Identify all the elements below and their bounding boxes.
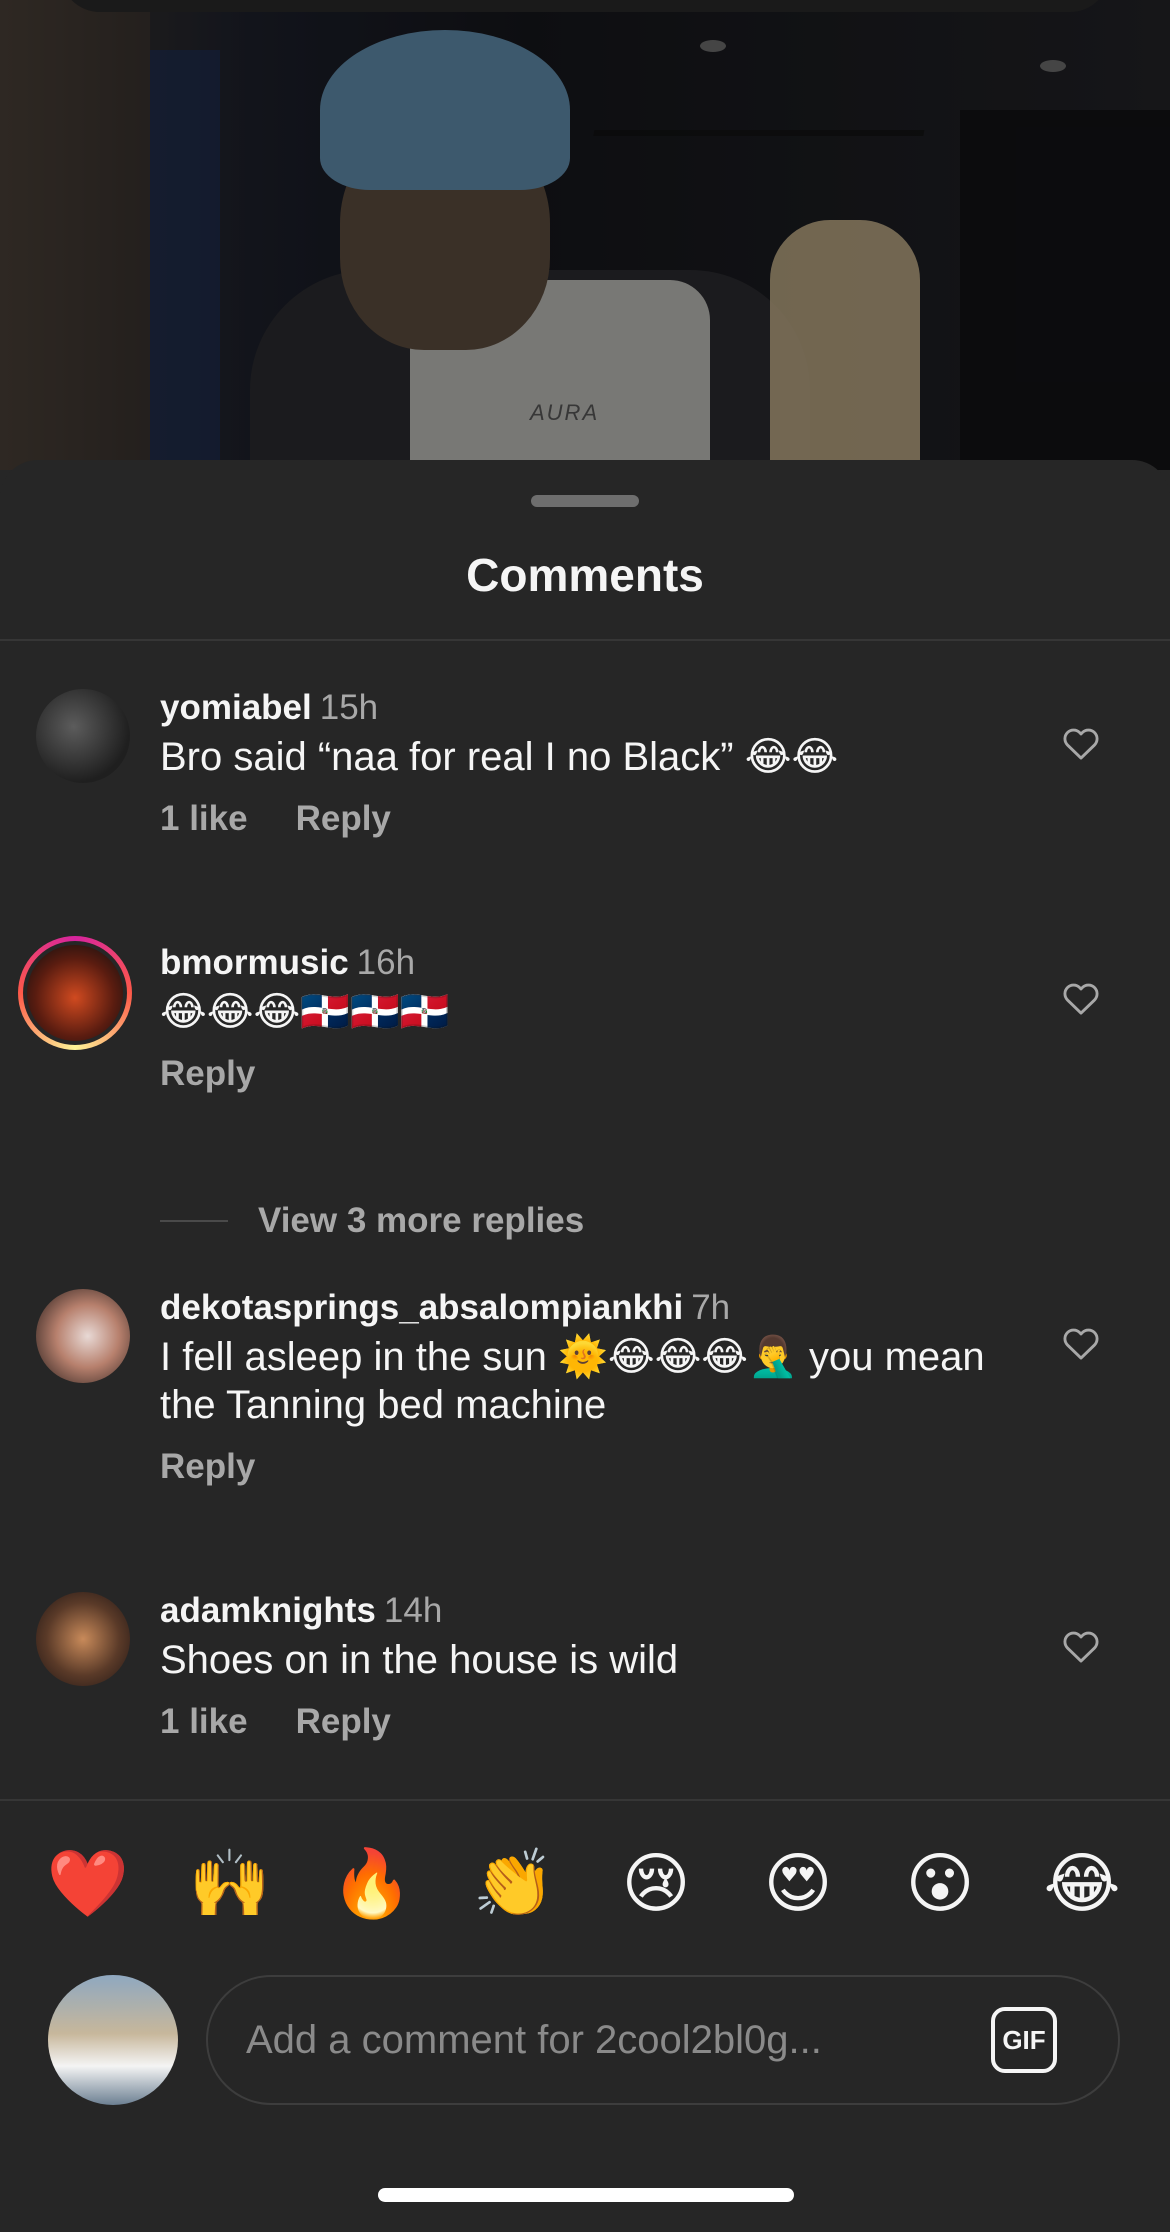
- avatar[interactable]: [36, 689, 130, 783]
- likes-count[interactable]: 1 like: [160, 799, 248, 838]
- likes-count[interactable]: 1 like: [160, 1702, 248, 1741]
- header-divider: [0, 639, 1170, 641]
- comment-time: 15h: [319, 688, 379, 727]
- emoji-cry-button[interactable]: 😢: [611, 1838, 701, 1928]
- comment-input[interactable]: Add a comment for 2cool2bl0g... GIF: [206, 1975, 1120, 2105]
- emoji-fire-button[interactable]: 🔥: [327, 1838, 417, 1928]
- comment-text: I fell asleep in the sun 🌞😂😂😂🤦‍♂️ you me…: [160, 1335, 985, 1427]
- view-more-replies[interactable]: View 3 more replies: [160, 1198, 584, 1244]
- sheet-title: Comments: [466, 549, 704, 601]
- comment-username[interactable]: adamknights: [160, 1591, 376, 1630]
- current-user-avatar: [48, 1975, 178, 2105]
- heart-outline-icon[interactable]: [1062, 1628, 1100, 1664]
- comment-username[interactable]: dekotasprings_absalompiankhi: [160, 1288, 683, 1327]
- emoji-surprised-button[interactable]: 😮: [895, 1838, 985, 1928]
- view-more-replies-label: View 3 more replies: [258, 1201, 585, 1240]
- comment-body: adamknights 14h Shoes on in the house is …: [160, 1588, 1010, 1742]
- emoji-bar-divider: [0, 1799, 1170, 1801]
- reply-button[interactable]: Reply: [160, 1054, 255, 1093]
- comment-input-placeholder: Add a comment for 2cool2bl0g...: [246, 2018, 822, 2062]
- comment-actions: Reply: [160, 1447, 1010, 1487]
- reply-button[interactable]: Reply: [296, 1702, 391, 1741]
- comment-header: adamknights 14h: [160, 1588, 1010, 1634]
- emoji-heart-eyes-button[interactable]: 😍: [753, 1838, 843, 1928]
- video-dim-overlay: [0, 0, 1170, 470]
- comment-body: yomiabel 15h Bro said “naa for real I no …: [160, 685, 1010, 839]
- comment-actions: 1 like Reply: [160, 799, 1010, 839]
- emoji-clap-button[interactable]: 👏: [469, 1838, 559, 1928]
- gif-icon[interactable]: GIF: [991, 2007, 1057, 2073]
- avatar: [23, 941, 127, 1045]
- quick-emoji-bar: ❤️ 🙌 🔥 👏 😢 😍 😮 😂: [0, 1838, 1170, 1928]
- comment-header: dekotasprings_absalompiankhi 7h: [160, 1285, 1010, 1331]
- heart-outline-icon[interactable]: [1062, 1325, 1100, 1361]
- comment-time: 14h: [383, 1591, 443, 1630]
- emoji-laugh-button[interactable]: 😂: [1037, 1838, 1127, 1928]
- comment-text: Bro said “naa for real I no Black” 😂😂: [160, 735, 839, 779]
- comment-time: 7h: [691, 1288, 731, 1327]
- reply-button[interactable]: Reply: [160, 1447, 255, 1486]
- heart-outline-icon[interactable]: [1062, 725, 1100, 761]
- comment-header: bmormusic 16h: [160, 940, 1010, 986]
- video-background[interactable]: AURA: [0, 0, 1170, 470]
- comment-actions: Reply: [160, 1054, 1010, 1094]
- avatar[interactable]: [36, 1592, 130, 1686]
- top-bar: [60, 0, 1110, 12]
- home-indicator[interactable]: [378, 2188, 794, 2202]
- emoji-heart-button[interactable]: ❤️: [43, 1838, 133, 1928]
- heart-outline-icon[interactable]: [1062, 980, 1100, 1016]
- sheet-grabber[interactable]: [531, 495, 639, 507]
- comment-text: Shoes on in the house is wild: [160, 1638, 679, 1682]
- reply-button[interactable]: Reply: [296, 799, 391, 838]
- comment-username[interactable]: bmormusic: [160, 943, 349, 982]
- comment-text: 😂😂😂🇩🇴🇩🇴🇩🇴: [160, 990, 450, 1034]
- avatar-story-ring[interactable]: [18, 936, 132, 1050]
- comment-username[interactable]: yomiabel: [160, 688, 312, 727]
- emoji-raised-hands-button[interactable]: 🙌: [185, 1838, 275, 1928]
- comment-actions: 1 like Reply: [160, 1702, 1010, 1742]
- avatar[interactable]: [36, 1289, 130, 1383]
- comment-header: yomiabel 15h: [160, 685, 1010, 731]
- replies-line: [160, 1220, 228, 1222]
- comment-body: dekotasprings_absalompiankhi 7h I fell as…: [160, 1285, 1010, 1487]
- comment-body: bmormusic 16h 😂😂😂🇩🇴🇩🇴🇩🇴 Reply: [160, 940, 1010, 1094]
- comment-time: 16h: [356, 943, 416, 982]
